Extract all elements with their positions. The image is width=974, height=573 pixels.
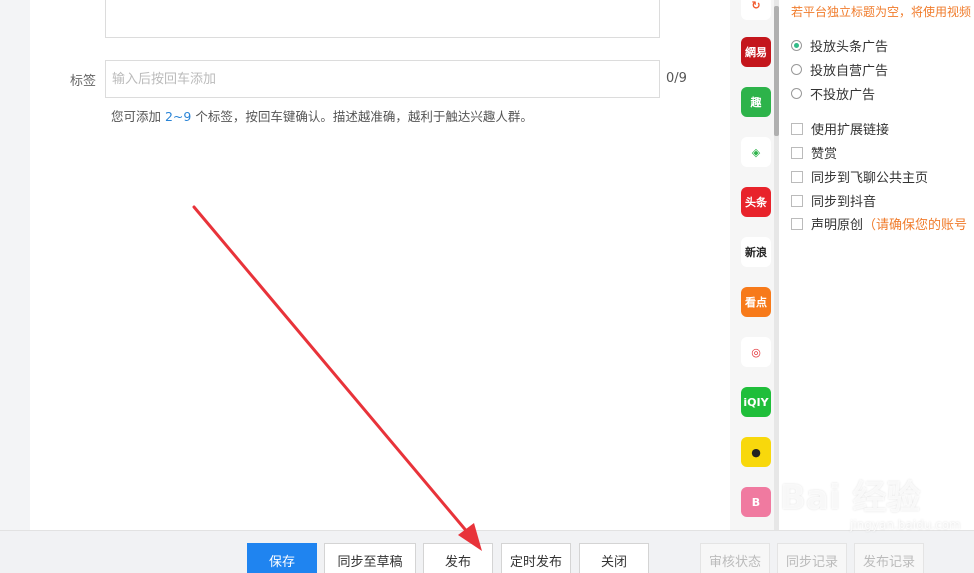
radio-label: 投放自营广告 — [810, 64, 889, 79]
radio-no-ad[interactable]: 不投放广告 — [791, 84, 875, 103]
description-textarea[interactable] — [105, 0, 660, 38]
checkbox-label: 同步到抖音 — [811, 195, 877, 210]
tags-hint-prefix: 您可添加 — [111, 109, 165, 124]
sync-draft-button[interactable]: 同步至草稿 — [324, 543, 416, 573]
original-warning: （请确保您的账号 — [863, 218, 968, 233]
tags-count: 0/9 — [666, 71, 687, 86]
close-button[interactable]: 关闭 — [579, 543, 649, 573]
check-sync-feiliao[interactable]: 同步到飞聊公共主页 — [791, 167, 928, 186]
toutiao-icon[interactable]: 头条 — [741, 187, 771, 217]
radio-own-ad[interactable]: 投放自营广告 — [791, 60, 888, 79]
radio-button[interactable] — [791, 88, 802, 99]
platform-icon-top[interactable]: ↻ — [741, 0, 771, 20]
review-status-button[interactable]: 审核状态 — [700, 543, 770, 573]
checkbox[interactable] — [791, 122, 803, 135]
sync-records-button[interactable]: 同步记录 — [777, 543, 847, 573]
sina-icon[interactable]: 新浪 — [741, 237, 771, 267]
checkbox-label: 声明原创 — [811, 218, 864, 233]
tags-input[interactable] — [105, 60, 660, 98]
radio-label: 投放头条广告 — [810, 40, 889, 55]
phoenix-icon[interactable]: ◎ — [741, 337, 771, 367]
tags-hint-suffix: 个标签，按回车键确认。描述越准确，越利于触达兴趣人群。 — [191, 109, 533, 124]
check-extension-link[interactable]: 使用扩展链接 — [791, 119, 889, 138]
schedule-publish-button[interactable]: 定时发布 — [501, 543, 571, 573]
publish-records-button[interactable]: 发布记录 — [854, 543, 924, 573]
checkbox-label: 赞赏 — [811, 147, 838, 162]
save-button[interactable]: 保存 — [247, 543, 317, 573]
netease-news-icon[interactable]: 網易 — [741, 37, 771, 67]
checkbox[interactable] — [791, 217, 803, 230]
radio-button[interactable] — [791, 64, 802, 75]
check-sync-douyin[interactable]: 同步到抖音 — [791, 191, 876, 210]
video-platform-icon[interactable]: 看点 — [741, 287, 771, 317]
qutoutiao-icon[interactable]: 趣 — [741, 87, 771, 117]
publish-settings-panel: 若平台独立标题为空，将使用视频 投放头条广告 投放自营广告 不投放广告 使用扩展… — [779, 0, 974, 530]
tags-hint-range: 2~9 — [164, 109, 192, 124]
pink-app-icon[interactable]: B — [741, 487, 771, 517]
iqiyi-icon[interactable]: iQIY — [741, 387, 771, 417]
check-original[interactable]: 声明原创 （请确保您的账号 — [791, 214, 967, 233]
radio-toutiao-ad[interactable]: 投放头条广告 — [791, 36, 888, 55]
checkbox-label: 同步到飞聊公共主页 — [811, 171, 929, 186]
tags-hint: 您可添加 2~9 个标签，按回车键确认。描述越准确，越利于触达兴趣人群。 — [111, 106, 533, 125]
check-reward[interactable]: 赞赏 — [791, 143, 837, 162]
baidu-watermark-url: jingyan.baidu.com — [850, 518, 961, 532]
baidu-watermark: Bai 经验 — [780, 478, 921, 518]
radio-label: 不投放广告 — [810, 88, 876, 103]
camera-app-icon[interactable]: ● — [741, 437, 771, 467]
iqiyi-eye-icon[interactable]: ◈ — [741, 137, 771, 167]
title-note: 若平台独立标题为空，将使用视频 — [791, 5, 972, 19]
checkbox[interactable] — [791, 194, 803, 207]
checkbox[interactable] — [791, 146, 803, 159]
publish-button[interactable]: 发布 — [423, 543, 493, 573]
checkbox-label: 使用扩展链接 — [811, 123, 890, 138]
editor-panel: 标签 0/9 您可添加 2~9 个标签，按回车键确认。描述越准确，越利于触达兴趣… — [30, 0, 730, 530]
tags-label: 标签 — [70, 74, 97, 89]
checkbox[interactable] — [791, 170, 803, 183]
radio-button[interactable] — [791, 40, 802, 51]
